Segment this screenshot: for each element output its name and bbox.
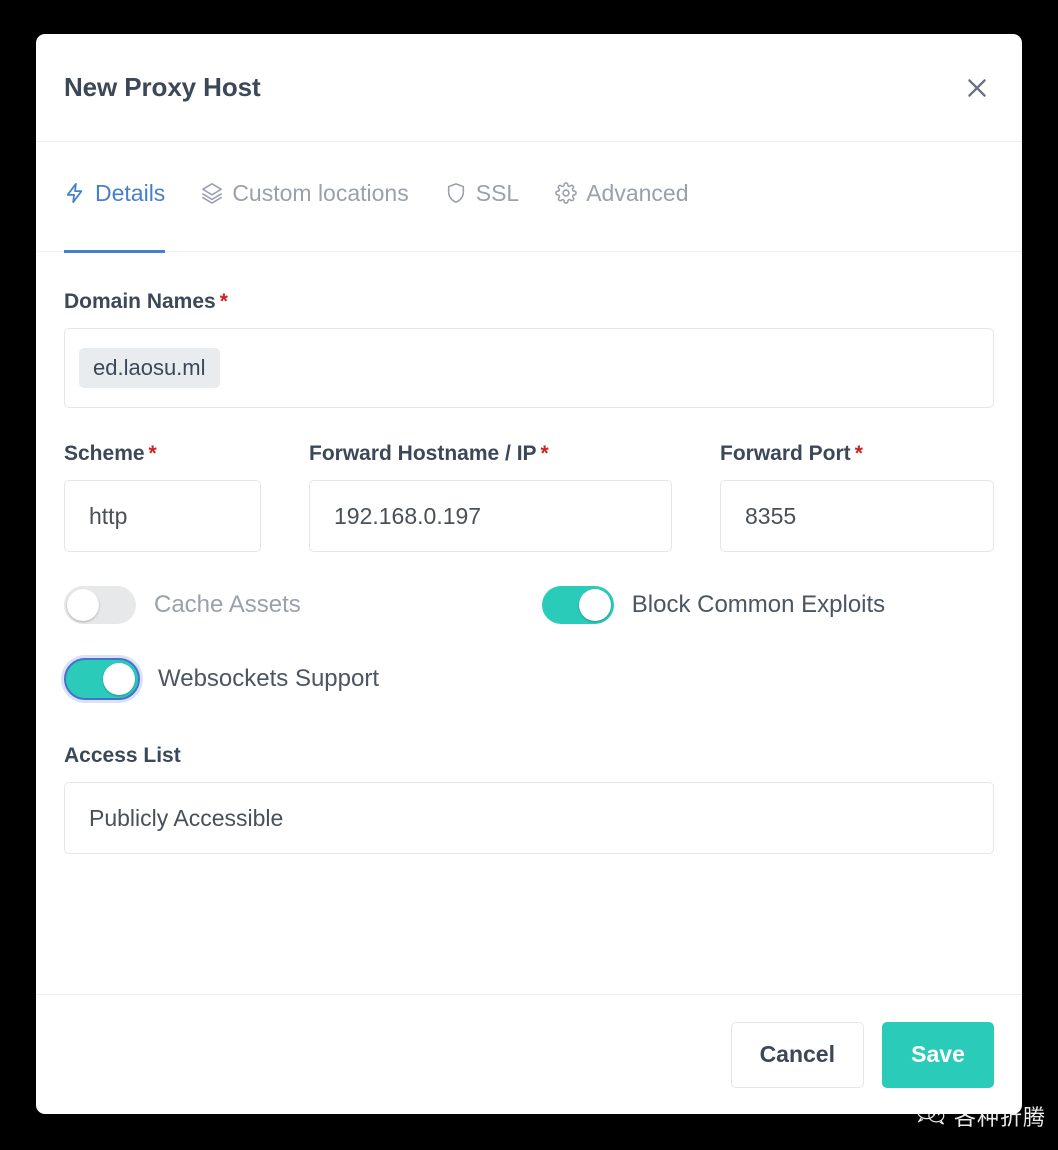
tab-advanced[interactable]: Advanced [555,142,689,252]
tab-details-label: Details [95,180,166,206]
forward-hostname-label-text: Forward Hostname / IP [309,442,537,465]
tab-advanced-label: Advanced [586,180,689,206]
block-common-exploits-label: Block Common Exploits [631,591,886,618]
websockets-support-switch[interactable] [64,658,140,700]
switch-knob [578,589,611,621]
access-list-label: Access List [64,744,181,767]
layers-icon [201,182,223,204]
switch-knob [67,589,99,621]
modal-header: New Proxy Host [36,34,1022,142]
close-icon[interactable] [960,71,994,105]
field-scheme: Scheme * http [64,442,261,552]
cancel-button[interactable]: Cancel [730,1021,864,1088]
switch-knob [103,663,135,695]
zap-icon [64,182,86,204]
page-title: New Proxy Host [64,72,261,102]
new-proxy-host-modal: New Proxy Host Details Custom locations … [36,34,1022,1114]
domain-tag[interactable]: ed.laosu.ml [79,348,220,388]
shield-icon [445,182,467,204]
tab-details[interactable]: Details [64,142,166,253]
field-access-list: Access List Publicly Accessible [64,744,994,854]
forward-port-label-text: Forward Port [720,442,851,465]
toggle-row-primary: Cache Assets Block Common Exploits [64,586,994,624]
domain-names-label-text: Domain Names [64,290,216,313]
toggle-row-websockets: Websockets Support [64,658,994,700]
cache-assets-label: Cache Assets [154,591,301,618]
forward-hostname-label: Forward Hostname / IP * [309,442,672,466]
modal-body: Domain Names * ed.laosu.ml Scheme * http F… [36,252,1022,994]
forward-settings-row: Scheme * http Forward Hostname / IP * 192.… [64,442,994,552]
toggle-cache-assets[interactable]: Cache Assets [64,586,301,624]
gear-icon [555,182,578,204]
tab-ssl[interactable]: SSL [445,142,519,252]
scheme-label: Scheme * [64,442,261,466]
required-marker: * [854,442,863,465]
scheme-label-text: Scheme [64,442,145,465]
scheme-select[interactable]: http [64,480,261,552]
required-marker: * [540,442,549,465]
required-marker: * [219,290,228,313]
toggle-block-common-exploits[interactable]: Block Common Exploits [541,586,886,624]
field-domain-names: Domain Names * ed.laosu.ml [64,290,994,408]
modal-footer: Cancel Save [36,994,1022,1114]
domain-names-label: Domain Names * [64,290,994,314]
tab-custom-locations-label: Custom locations [232,180,409,206]
block-common-exploits-switch[interactable] [541,586,614,624]
field-forward-port: Forward Port * 8355 [720,442,994,552]
field-forward-hostname: Forward Hostname / IP * 192.168.0.197 [309,442,672,552]
domain-names-input[interactable]: ed.laosu.ml [64,328,994,408]
toggle-websockets-support[interactable]: Websockets Support [64,658,379,700]
tab-custom-locations[interactable]: Custom locations [201,142,409,252]
forward-port-label: Forward Port * [720,442,994,466]
access-list-select[interactable]: Publicly Accessible [64,782,994,854]
cache-assets-switch[interactable] [64,586,136,624]
forward-hostname-input[interactable]: 192.168.0.197 [309,480,672,552]
tab-ssl-label: SSL [475,180,520,206]
save-button[interactable]: Save [882,1021,994,1088]
websockets-support-label: Websockets Support [158,665,380,692]
tab-bar: Details Custom locations SSL Advanced [36,142,1022,253]
forward-port-input[interactable]: 8355 [720,480,994,552]
required-marker: * [148,442,157,465]
